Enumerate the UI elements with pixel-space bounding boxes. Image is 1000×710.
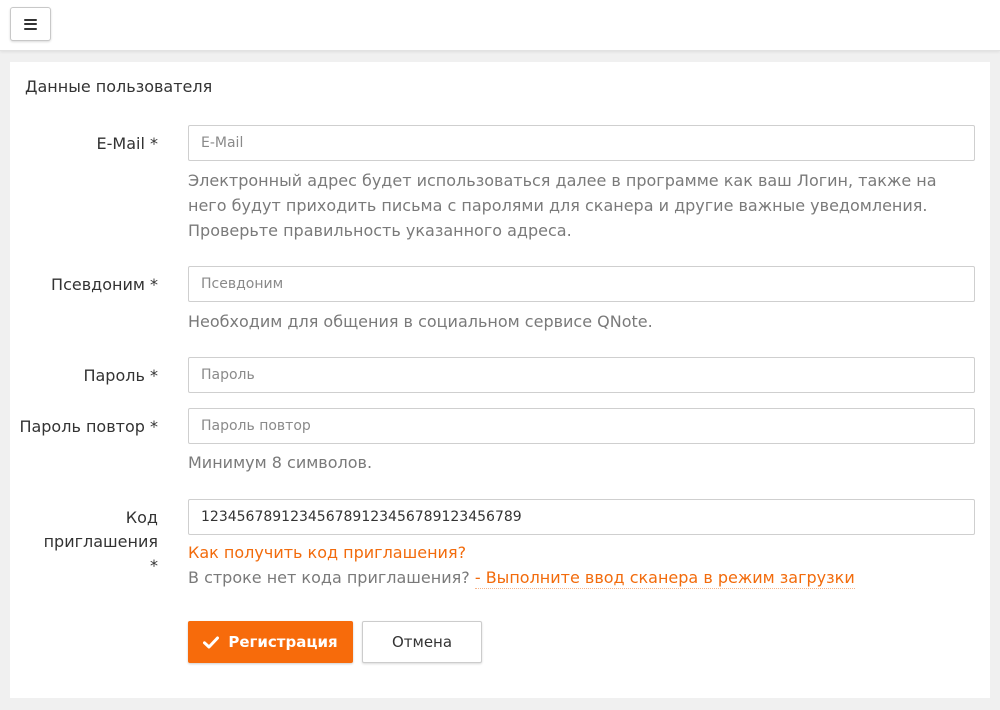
password-label: Пароль * <box>83 366 158 385</box>
checkmark-icon <box>203 636 220 648</box>
invite-code-field[interactable] <box>188 499 975 535</box>
password-field[interactable] <box>188 357 975 393</box>
nickname-help-text: Необходим для общения в социальном серви… <box>188 312 653 331</box>
password-repeat-label: Пароль повтор * <box>19 417 158 436</box>
cancel-button[interactable]: Отмена <box>362 621 482 663</box>
nickname-label: Псевдоним * <box>51 275 158 294</box>
email-label: E-Mail * <box>96 134 158 153</box>
hamburger-menu-icon <box>24 18 37 30</box>
panel-title: Данные пользователя <box>25 77 213 96</box>
password-repeat-field[interactable] <box>188 408 975 444</box>
nickname-field[interactable] <box>188 266 975 302</box>
register-button[interactable]: Регистрация <box>188 621 353 663</box>
scanner-upload-mode-link[interactable]: - Выполните ввод сканера в режим загрузк… <box>474 568 855 589</box>
top-bar <box>0 0 1000 51</box>
cancel-button-label: Отмена <box>391 633 453 651</box>
email-field[interactable] <box>188 125 975 161</box>
menu-toggle-button[interactable] <box>10 7 51 41</box>
invite-code-help: Как получить код приглашения? В строке н… <box>188 540 978 590</box>
invite-code-label: Код приглашения * <box>43 508 158 575</box>
register-button-label: Регистрация <box>228 633 338 651</box>
user-data-panel: Данные пользователя E-Mail * Электронный… <box>10 62 990 698</box>
how-to-get-invite-link[interactable]: Как получить код приглашения? <box>188 543 466 562</box>
password-help-text: Минимум 8 символов. <box>188 453 373 472</box>
missing-code-text: В строке нет кода приглашения? <box>188 568 470 587</box>
email-help-text: Электронный адрес будет использоваться д… <box>188 171 937 240</box>
